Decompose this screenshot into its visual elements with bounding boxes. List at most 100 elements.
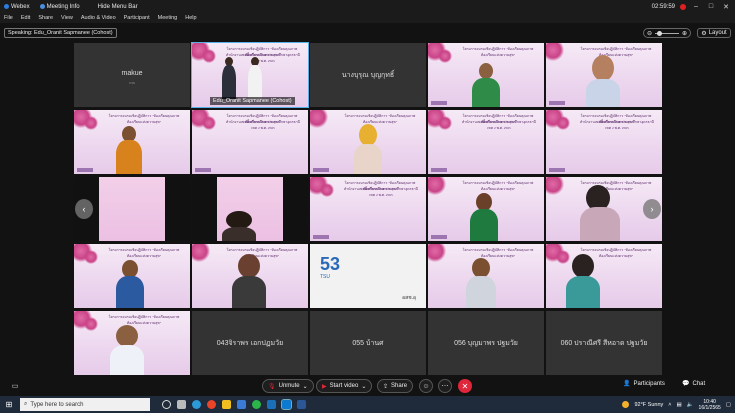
microphone-muted-icon: 🎙 <box>268 383 276 390</box>
participant-tile-video[interactable]: โครงการอบรมเชิงปฏิบัติการ "ห้องเรียนคุณภ… <box>74 244 190 308</box>
participant-tile-video[interactable]: โครงการอบรมเชิงปฏิบัติการ "ห้องเรียนคุณภ… <box>546 43 662 107</box>
share-button[interactable]: ⇪ Share <box>377 379 414 393</box>
logo-chip <box>431 168 447 172</box>
volume-icon[interactable]: 🔈 <box>687 402 694 408</box>
chevron-left-icon: ‹ <box>82 204 86 214</box>
menu-meeting[interactable]: Meeting <box>158 15 178 21</box>
slide-title: โครงการอบรมเชิงปฏิบัติการ "ห้องเรียนคุณภ… <box>580 47 652 57</box>
word-icon[interactable] <box>297 400 306 409</box>
store-icon[interactable] <box>237 400 246 409</box>
zoom-slider[interactable]: ⊖ ⊕ <box>643 28 691 38</box>
network-icon[interactable]: ▤ <box>676 402 681 408</box>
participant-tile-video[interactable]: โครงการอบรมเชิงปฏิบัติการ "ห้องเรียนคุณภ… <box>428 43 544 107</box>
more-options-button[interactable]: ⋯ <box>438 379 452 393</box>
participant-tile-edu-oranit[interactable]: โครงการอบรมเชิงปฏิบัติการ "ห้องเรียนคุณภ… <box>191 42 309 108</box>
layout-button[interactable]: ⚙ Layout <box>697 28 731 38</box>
notifications-icon[interactable]: ▢ <box>726 402 731 408</box>
slide-subtitle: สำนักงานเขตพื้นที่การศึกษาประถมศึกษาอุดร… <box>344 187 418 197</box>
menu-share[interactable]: Share <box>38 15 53 21</box>
reactions-button[interactable]: ☺ <box>419 379 433 393</box>
maximize-button[interactable]: □ <box>706 3 716 10</box>
chat-button[interactable]: 💬 Chat <box>682 380 705 388</box>
chevron-down-icon[interactable]: ⌄ <box>361 383 366 390</box>
slide-subtitle: สำนักงานเขตพื้นที่การศึกษาประถมศึกษาอุดร… <box>226 120 300 130</box>
hide-menu-bar-button[interactable]: Hide Menu Bar <box>98 4 138 10</box>
participant-name: 056 บุญมาพร ปฐมวัย <box>454 340 518 347</box>
participant-tile-video[interactable]: โครงการอบรมเชิงปฏิบัติการ "ห้องเรียนคุณภ… <box>192 110 308 174</box>
participant-tile-makue[interactable]: makue ma <box>74 43 190 107</box>
previous-page-button[interactable]: ‹ <box>75 199 93 219</box>
participant-name: makue <box>121 70 143 77</box>
close-window-button[interactable]: ✕ <box>721 3 731 11</box>
minimize-button[interactable]: – <box>691 3 701 10</box>
participant-tile-video[interactable]: โครงการอบรมเชิงปฏิบัติการ "ห้องเรียนคุณภ… <box>310 177 426 241</box>
participant-tile-video[interactable]: โครงการอบรมเชิงปฏิบัติการ "ห้องเรียนคุณภ… <box>428 177 544 241</box>
chevron-up-icon[interactable]: ˄ <box>668 402 671 408</box>
next-page-button[interactable]: › <box>643 199 661 219</box>
participant-tile-video[interactable]: โครงการอบรมเชิงปฏิบัติการ "ห้องเรียนคุณภ… <box>546 110 662 174</box>
layout-icon: ⚙ <box>701 30 707 37</box>
logo-chip <box>313 168 329 172</box>
unmute-label: Unmute <box>278 383 300 389</box>
webex-taskbar-icon[interactable] <box>281 399 292 410</box>
flower-decoration <box>202 49 216 63</box>
slide-title: โครงการอบรมเชิงปฏิบัติการ "ห้องเรียนคุณภ… <box>462 248 534 258</box>
edge-icon[interactable] <box>192 400 201 409</box>
flower-decoration <box>428 244 446 262</box>
menu-file[interactable]: File <box>4 15 13 21</box>
taskbar-search[interactable]: ⌕ Type here to search <box>20 398 150 411</box>
meeting-controls: ▭ 🎙 Unmute ⌄ ▶ Start video ⌄ ⇪ Share ☺ ⋯… <box>0 377 735 396</box>
slide-title: โครงการอบรมเชิงปฏิบัติการ "ห้องเรียนคุณภ… <box>462 47 534 57</box>
menu-participant[interactable]: Participant <box>124 15 150 21</box>
task-view-icon[interactable] <box>162 400 171 409</box>
weather-text[interactable]: 92°F Sunny <box>634 402 663 408</box>
menu-audio-video[interactable]: Audio & Video <box>81 15 116 21</box>
participant-tile-video[interactable]: โครงการอบรมเชิงปฏิบัติการ "ห้องเรียนคุณภ… <box>74 311 190 375</box>
leave-meeting-button[interactable]: ✕ <box>458 379 472 393</box>
participant-tile-055[interactable]: 055 บ้านศ <box>310 311 426 375</box>
participant-tile-buroon[interactable]: นางบุรุณ บุญกุทธิ์ <box>310 43 426 107</box>
participant-tile-logo[interactable]: 53 TSU อสช.อุ <box>310 244 426 308</box>
participant-tile-056[interactable]: 056 บุญมาพร ปฐมวัย <box>428 311 544 375</box>
slide-title: โครงการอบรมเชิงปฏิบัติการ "ห้องเรียนคุณภ… <box>108 114 180 124</box>
flower-decoration <box>438 49 452 63</box>
zoom-out-icon[interactable]: ⊖ <box>647 30 652 37</box>
start-video-button[interactable]: ▶ Start video ⌄ <box>316 379 373 393</box>
line-icon[interactable] <box>252 400 261 409</box>
zoom-in-icon[interactable]: ⊕ <box>682 30 687 37</box>
search-icon: ⌕ <box>24 401 28 407</box>
clock[interactable]: 10:40 16/1/2565 <box>699 399 721 411</box>
captions-button[interactable]: ▭ <box>8 379 22 393</box>
meeting-timer: 02:59:59 <box>651 3 675 10</box>
participants-button[interactable]: 👤 Participants <box>623 380 665 388</box>
participant-tile-video[interactable]: โครงการอบรมเชิงปฏิบัติการ "ห้องเรียนคุณภ… <box>428 244 544 308</box>
flower-decoration <box>556 250 570 264</box>
participant-name: 043จิราพร เอกปฏมวัย <box>216 340 284 347</box>
participant-tile-video[interactable]: โครงการอบรมเชิงปฏิบัติการ "ห้องเรียนคุณภ… <box>546 244 662 308</box>
widgets-icon[interactable] <box>177 400 186 409</box>
flower-decoration <box>546 43 564 61</box>
file-explorer-icon[interactable] <box>222 400 231 409</box>
participant-tile-video[interactable]: โครงการอบรมเชิงปฏิบัติการ "ห้องเรียนคุณภ… <box>192 244 308 308</box>
participant-tile-060[interactable]: 060 ปราณีศรี สีหอาด ปฐมวัย <box>546 311 662 375</box>
start-video-label: Start video <box>329 383 359 389</box>
participant-name: นางบุรุณ บุญกุทธิ์ <box>341 72 395 79</box>
participant-tile-video[interactable]: โครงการอบรมเชิงปฏิบัติการ "ห้องเรียนคุณภ… <box>310 110 426 174</box>
zoom-track[interactable] <box>655 30 679 36</box>
chevron-down-icon[interactable]: ⌄ <box>303 383 308 390</box>
windows-start-icon[interactable]: ⊞ <box>0 396 18 413</box>
menu-help[interactable]: Help <box>185 15 196 21</box>
unmute-button[interactable]: 🎙 Unmute ⌄ <box>262 379 314 393</box>
menu-edit[interactable]: Edit <box>21 15 30 21</box>
participant-tile-video[interactable]: โครงการอบรมเชิงปฏิบัติการ "ห้องเรียนคุณภ… <box>74 110 190 174</box>
mail-icon[interactable] <box>267 400 276 409</box>
zoom-knob[interactable] <box>657 30 663 36</box>
meeting-info-button[interactable]: Meeting Info <box>39 4 80 10</box>
slide-title: โครงการอบรมเชิงปฏิบัติการ "ห้องเรียนคุณภ… <box>226 248 298 258</box>
slide-title: โครงการอบรมเชิงปฏิบัติการ "ห้องเรียนคุณภ… <box>108 315 180 325</box>
participant-tile-video[interactable]: โครงการอบรมเชิงปฏิบัติการ "ห้องเรียนคุณภ… <box>428 110 544 174</box>
participant-tile-video[interactable] <box>192 177 308 241</box>
chrome-icon[interactable] <box>207 400 216 409</box>
menu-view[interactable]: View <box>61 15 73 21</box>
participant-tile-043[interactable]: 043จิราพร เอกปฏมวัย <box>192 311 308 375</box>
